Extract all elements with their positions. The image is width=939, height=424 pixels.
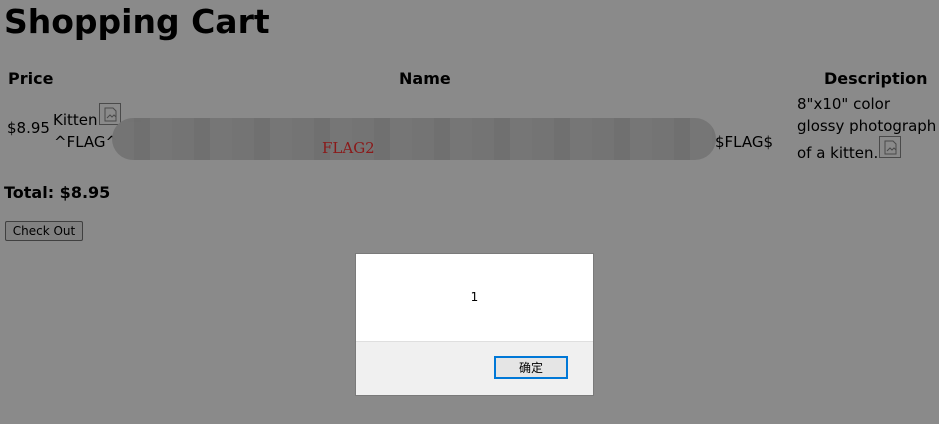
alert-footer: 确定: [356, 341, 593, 395]
alert-message: 1: [470, 290, 479, 304]
alert-body: 1: [356, 254, 593, 341]
alert-dialog: 1 确定: [355, 253, 594, 396]
ok-button[interactable]: 确定: [494, 356, 568, 379]
